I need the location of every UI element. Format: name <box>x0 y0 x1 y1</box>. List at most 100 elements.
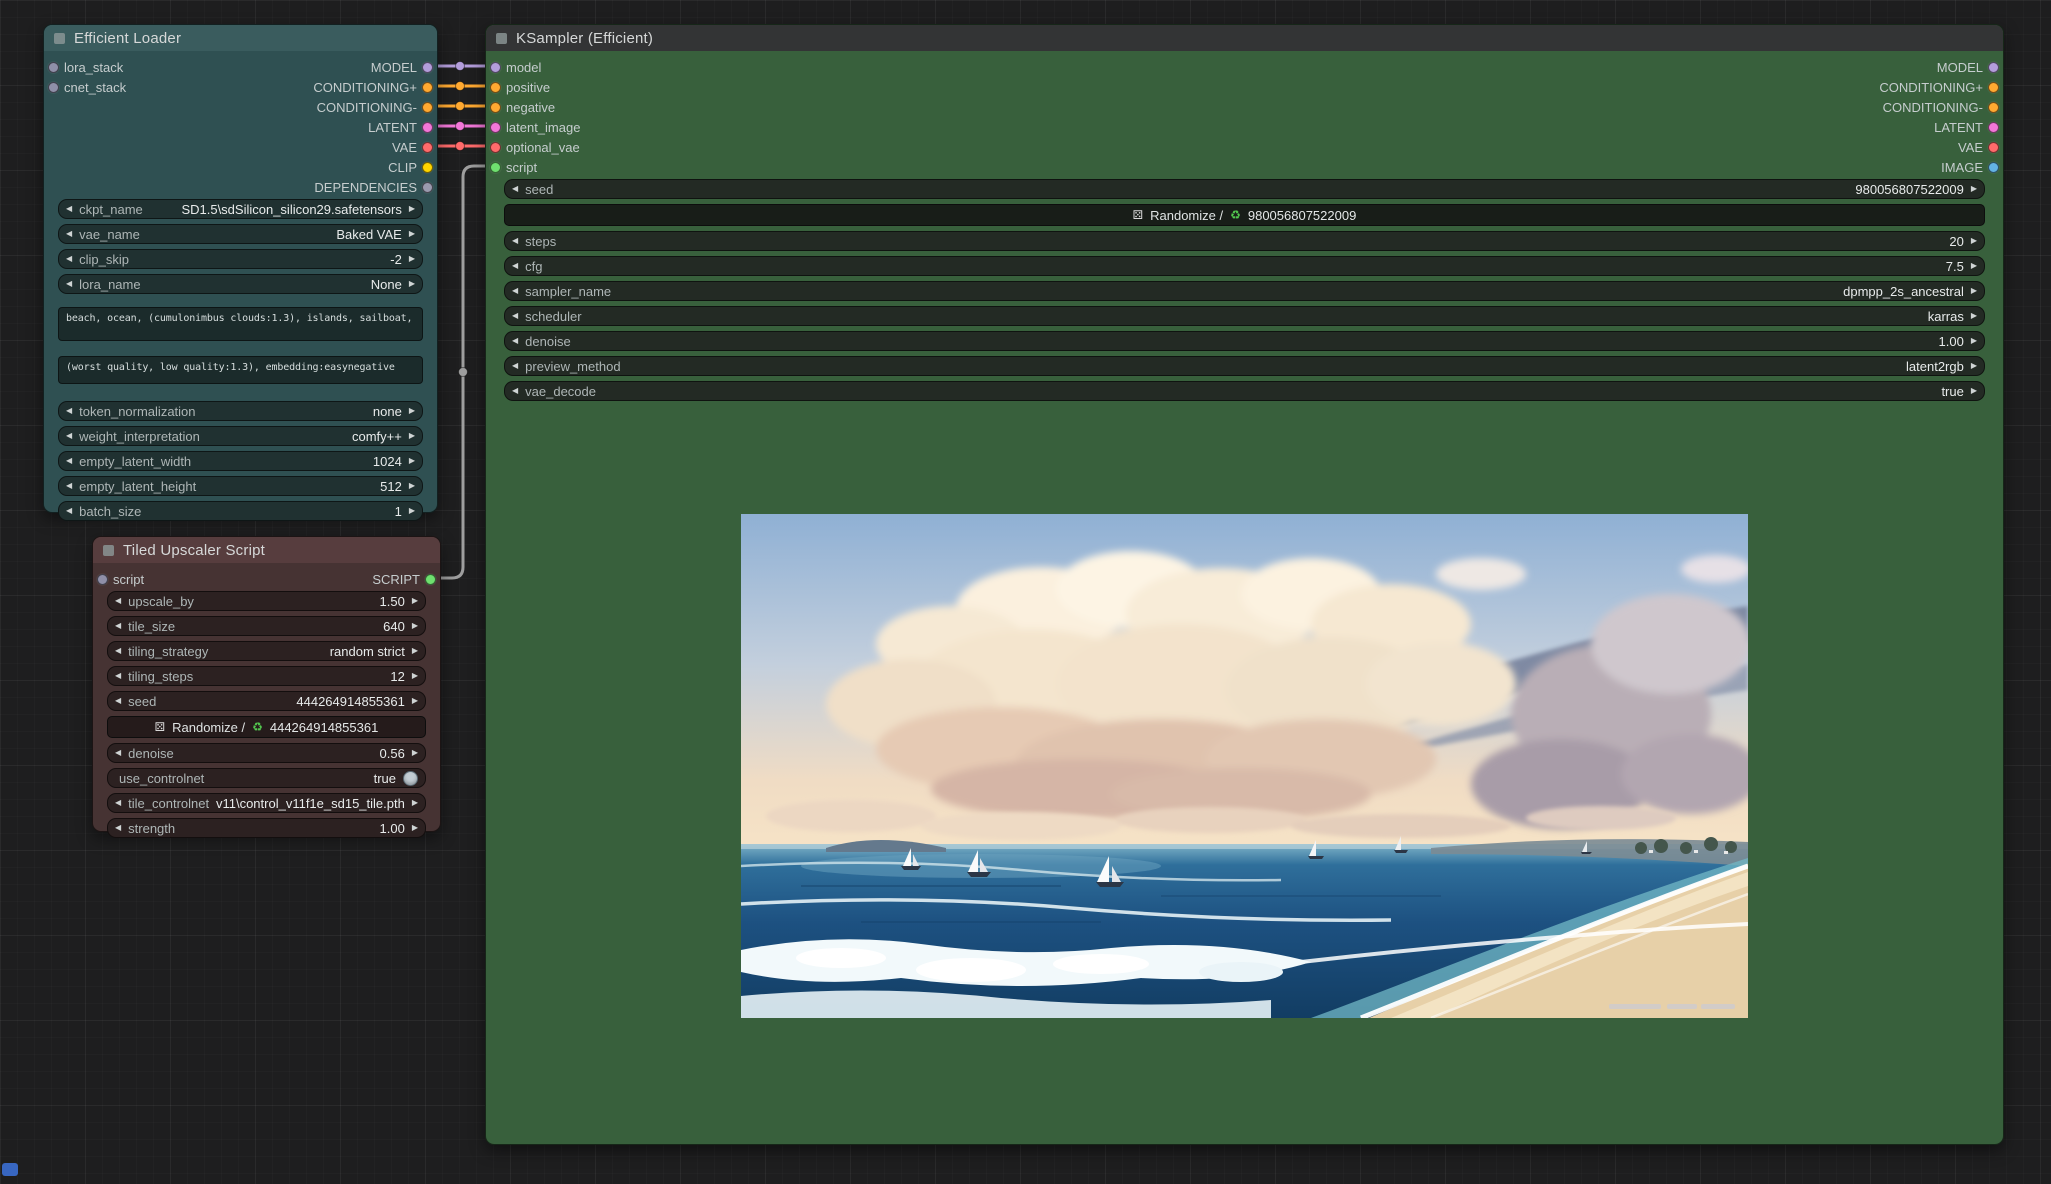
preview-method-widget[interactable]: ◀preview_methodlatent2rgb▶ <box>504 356 1985 376</box>
increment-arrow-icon[interactable]: ▶ <box>1971 337 1977 345</box>
decrement-arrow-icon[interactable]: ◀ <box>512 387 518 395</box>
increment-arrow-icon[interactable]: ▶ <box>412 799 418 807</box>
increment-arrow-icon[interactable]: ▶ <box>412 824 418 832</box>
CLIP-port-icon[interactable] <box>422 162 433 173</box>
VAE-port-icon[interactable] <box>422 142 433 153</box>
decrement-arrow-icon[interactable]: ◀ <box>66 230 72 238</box>
latent_image-port-icon[interactable] <box>490 122 501 133</box>
decrement-arrow-icon[interactable]: ◀ <box>115 749 121 757</box>
VAE-output-slot[interactable]: VAE <box>1958 140 1999 155</box>
increment-arrow-icon[interactable]: ▶ <box>409 280 415 288</box>
optional_vae-input-slot[interactable]: optional_vae <box>490 140 580 155</box>
decrement-arrow-icon[interactable]: ◀ <box>115 824 121 832</box>
CONDITIONING+-output-slot[interactable]: CONDITIONING+ <box>1879 80 1999 95</box>
increment-arrow-icon[interactable]: ▶ <box>409 432 415 440</box>
optional_vae-port-icon[interactable] <box>490 142 501 153</box>
increment-arrow-icon[interactable]: ▶ <box>409 507 415 515</box>
decrement-arrow-icon[interactable]: ◀ <box>66 255 72 263</box>
seed-widget[interactable]: ◀seed980056807522009▶ <box>504 179 1985 199</box>
CONDITIONING+-port-icon[interactable] <box>1988 82 1999 93</box>
randomize-seed-button[interactable]: ⚄Randomize /♻444264914855361 <box>107 716 426 738</box>
decrement-arrow-icon[interactable]: ◀ <box>66 205 72 213</box>
tiling-steps-widget[interactable]: ◀tiling_steps12▶ <box>107 666 426 686</box>
LATENT-output-slot[interactable]: LATENT <box>1934 120 1999 135</box>
increment-arrow-icon[interactable]: ▶ <box>1971 287 1977 295</box>
CONDITIONING--output-slot[interactable]: CONDITIONING- <box>1883 100 1999 115</box>
sampler-name-widget[interactable]: ◀sampler_namedpmpp_2s_ancestral▶ <box>504 281 1985 301</box>
use-controlnet-widget[interactable]: use_controlnettrue <box>107 768 426 788</box>
decrement-arrow-icon[interactable]: ◀ <box>512 287 518 295</box>
decrement-arrow-icon[interactable]: ◀ <box>512 237 518 245</box>
vae-decode-widget[interactable]: ◀vae_decodetrue▶ <box>504 381 1985 401</box>
empty-latent-height-widget[interactable]: ◀empty_latent_height512▶ <box>58 476 423 496</box>
increment-arrow-icon[interactable]: ▶ <box>1971 362 1977 370</box>
tile-size-widget[interactable]: ◀tile_size640▶ <box>107 616 426 636</box>
increment-arrow-icon[interactable]: ▶ <box>409 482 415 490</box>
IMAGE-output-slot[interactable]: IMAGE <box>1941 160 1999 175</box>
denoise-widget[interactable]: ◀denoise0.56▶ <box>107 743 426 763</box>
token-normalization-widget[interactable]: ◀token_normalizationnone▶ <box>58 401 423 421</box>
negative-input-slot[interactable]: negative <box>490 100 555 115</box>
increment-arrow-icon[interactable]: ▶ <box>1971 312 1977 320</box>
decrement-arrow-icon[interactable]: ◀ <box>66 507 72 515</box>
SCRIPT-output-slot[interactable]: SCRIPT <box>372 572 436 587</box>
CONDITIONING+-output-slot[interactable]: CONDITIONING+ <box>313 80 433 95</box>
increment-arrow-icon[interactable]: ▶ <box>1971 262 1977 270</box>
IMAGE-port-icon[interactable] <box>1988 162 1999 173</box>
increment-arrow-icon[interactable]: ▶ <box>1971 237 1977 245</box>
MODEL-output-slot[interactable]: MODEL <box>371 60 433 75</box>
weight-interpretation-widget[interactable]: ◀weight_interpretationcomfy++▶ <box>58 426 423 446</box>
positive-port-icon[interactable] <box>490 82 501 93</box>
LATENT-port-icon[interactable] <box>1988 122 1999 133</box>
VAE-output-slot[interactable]: VAE <box>392 140 433 155</box>
strength-widget[interactable]: ◀strength1.00▶ <box>107 818 426 838</box>
increment-arrow-icon[interactable]: ▶ <box>412 597 418 605</box>
lora_stack-port-icon[interactable] <box>48 62 59 73</box>
decrement-arrow-icon[interactable]: ◀ <box>512 262 518 270</box>
CLIP-output-slot[interactable]: CLIP <box>388 160 433 175</box>
batch-size-widget[interactable]: ◀batch_size1▶ <box>58 501 423 521</box>
script-port-icon[interactable] <box>490 162 501 173</box>
node-efficient-loader[interactable]: Efficient Loader lora_stackMODELcnet_sta… <box>43 24 438 513</box>
DEPENDENCIES-output-slot[interactable]: DEPENDENCIES <box>314 180 433 195</box>
MODEL-port-icon[interactable] <box>422 62 433 73</box>
script-port-icon[interactable] <box>97 574 108 585</box>
cnet_stack-port-icon[interactable] <box>48 82 59 93</box>
decrement-arrow-icon[interactable]: ◀ <box>512 312 518 320</box>
vae-name-widget[interactable]: ◀vae_nameBaked VAE▶ <box>58 224 423 244</box>
seed-widget[interactable]: ◀seed444264914855361▶ <box>107 691 426 711</box>
decrement-arrow-icon[interactable]: ◀ <box>115 799 121 807</box>
clip-skip-widget[interactable]: ◀clip_skip-2▶ <box>58 249 423 269</box>
lora_stack-input-slot[interactable]: lora_stack <box>48 60 123 75</box>
link-midpoint-dot[interactable] <box>456 82 465 91</box>
node-collapse-icon[interactable] <box>103 545 114 556</box>
link-midpoint-dot[interactable] <box>456 142 465 151</box>
canvas-corner-button[interactable] <box>2 1163 18 1176</box>
empty-latent-width-widget[interactable]: ◀empty_latent_width1024▶ <box>58 451 423 471</box>
steps-widget[interactable]: ◀steps20▶ <box>504 231 1985 251</box>
latent_image-input-slot[interactable]: latent_image <box>490 120 580 135</box>
decrement-arrow-icon[interactable]: ◀ <box>66 407 72 415</box>
decrement-arrow-icon[interactable]: ◀ <box>66 457 72 465</box>
scheduler-widget[interactable]: ◀schedulerkarras▶ <box>504 306 1985 326</box>
upscale-by-widget[interactable]: ◀upscale_by1.50▶ <box>107 591 426 611</box>
increment-arrow-icon[interactable]: ▶ <box>409 407 415 415</box>
node-collapse-icon[interactable] <box>496 33 507 44</box>
decrement-arrow-icon[interactable]: ◀ <box>512 337 518 345</box>
LATENT-output-slot[interactable]: LATENT <box>368 120 433 135</box>
increment-arrow-icon[interactable]: ▶ <box>409 255 415 263</box>
increment-arrow-icon[interactable]: ▶ <box>1971 387 1977 395</box>
decrement-arrow-icon[interactable]: ◀ <box>115 672 121 680</box>
increment-arrow-icon[interactable]: ▶ <box>409 230 415 238</box>
link-midpoint-dot[interactable] <box>459 368 468 377</box>
increment-arrow-icon[interactable]: ▶ <box>412 672 418 680</box>
positive-input-slot[interactable]: positive <box>490 80 550 95</box>
DEPENDENCIES-port-icon[interactable] <box>422 182 433 193</box>
CONDITIONING--port-icon[interactable] <box>1988 102 1999 113</box>
increment-arrow-icon[interactable]: ▶ <box>412 749 418 757</box>
increment-arrow-icon[interactable]: ▶ <box>412 622 418 630</box>
cnet_stack-input-slot[interactable]: cnet_stack <box>48 80 126 95</box>
node-tiled-upscaler-script[interactable]: Tiled Upscaler Script scriptSCRIPT ◀upsc… <box>92 536 441 832</box>
script-input-slot[interactable]: script <box>97 572 144 587</box>
script-input-slot[interactable]: script <box>490 160 537 175</box>
